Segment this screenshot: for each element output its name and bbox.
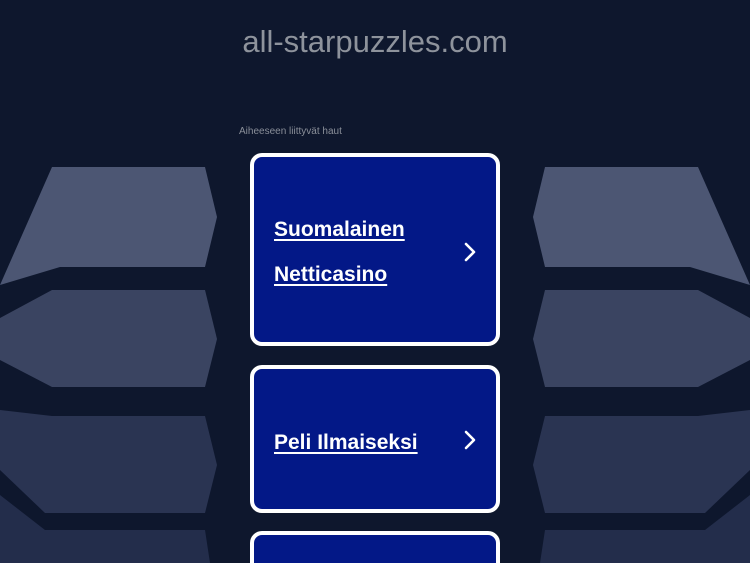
related-link-label[interactable]: Suomalainen Netticasino bbox=[274, 207, 448, 297]
bg-panel-right-3 bbox=[533, 410, 750, 513]
related-link-peli-ilmaiseksi[interactable]: Peli Ilmaiseksi bbox=[250, 365, 500, 513]
parked-domain-page: all-starpuzzles.com Aiheeseen liittyvät … bbox=[0, 0, 750, 563]
domain-title: all-starpuzzles.com bbox=[242, 24, 508, 59]
related-link-line[interactable]: Netticasino bbox=[274, 263, 387, 286]
chevron-right-icon bbox=[464, 242, 476, 262]
bg-panel-right-2 bbox=[533, 290, 750, 387]
bg-panel-left-2 bbox=[0, 290, 217, 387]
related-link-suomalainen-netticasino[interactable]: Suomalainen Netticasino bbox=[250, 153, 500, 346]
bg-panel-right-1 bbox=[533, 167, 750, 285]
related-link-label[interactable]: Peli Ilmaiseksi bbox=[274, 420, 448, 465]
related-link-partial[interactable] bbox=[250, 531, 500, 563]
related-searches-label: Aiheeseen liittyvät haut bbox=[239, 126, 342, 137]
related-link-line[interactable]: Suomalainen bbox=[274, 218, 405, 241]
chevron-right-icon bbox=[464, 430, 476, 450]
bg-panel-left-1 bbox=[0, 167, 217, 285]
bg-panel-left-3 bbox=[0, 410, 217, 513]
